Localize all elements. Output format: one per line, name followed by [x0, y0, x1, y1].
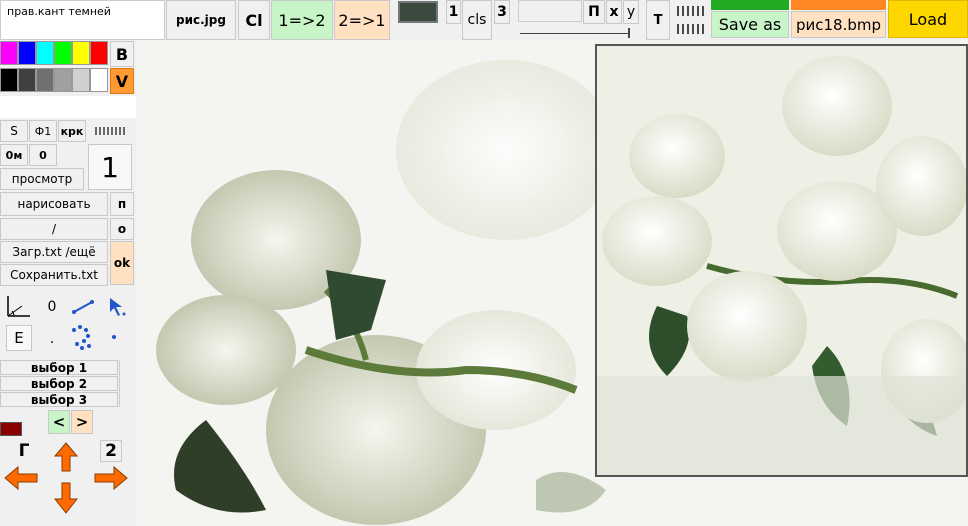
- clear-button[interactable]: Cl: [238, 0, 270, 40]
- slot-1-button[interactable]: 1: [446, 0, 461, 24]
- copy-1-to-2-button[interactable]: 1=>2: [271, 0, 333, 40]
- filename-bar: [791, 0, 886, 10]
- b-button[interactable]: B: [110, 41, 134, 67]
- scrollbar-horizontal[interactable]: [520, 28, 630, 38]
- choice-2-button[interactable]: выбор 2: [0, 376, 118, 391]
- p-small-button[interactable]: п: [110, 192, 134, 216]
- v-button[interactable]: V: [110, 68, 134, 94]
- load-txt-button[interactable]: Загр.txt /ещё: [0, 241, 108, 263]
- choice-3-button[interactable]: выбор 3: [0, 392, 118, 407]
- palette-swatch-blue[interactable]: [18, 41, 36, 65]
- arrow-right-icon[interactable]: [94, 466, 128, 490]
- x-button[interactable]: x: [606, 0, 622, 24]
- copy-2-to-1-button[interactable]: 2=>1: [334, 0, 390, 40]
- big-number-display: 1: [88, 144, 132, 190]
- s-button[interactable]: S: [0, 120, 28, 142]
- bars-icon[interactable]: [676, 4, 706, 36]
- load-button[interactable]: Load: [888, 0, 968, 38]
- arrow-down-icon[interactable]: [54, 482, 78, 514]
- o-button[interactable]: о: [110, 218, 134, 240]
- bars-small-icon[interactable]: [92, 126, 128, 136]
- two-button[interactable]: 2: [100, 440, 122, 462]
- point-icon[interactable]: [106, 330, 122, 344]
- selected-color-swatch[interactable]: [0, 422, 22, 436]
- cls-button[interactable]: cls: [462, 0, 492, 40]
- p-button[interactable]: П: [583, 0, 605, 24]
- axis-icon[interactable]: [4, 294, 32, 320]
- om-button[interactable]: 0м: [0, 144, 28, 166]
- arrow-left-icon[interactable]: [4, 466, 38, 490]
- file-jpg-button[interactable]: рис.jpg: [166, 0, 236, 40]
- palette-swatch-black[interactable]: [0, 68, 18, 92]
- slash-button[interactable]: /: [0, 218, 108, 240]
- choice-side-column: [119, 360, 136, 407]
- status-text-field[interactable]: прав.кант темней: [0, 0, 165, 40]
- zero-label: 0: [47, 299, 57, 315]
- zero-button[interactable]: 0: [29, 144, 57, 166]
- slider-track[interactable]: [518, 0, 582, 22]
- dot-label: .: [49, 331, 55, 347]
- t-button[interactable]: T: [646, 0, 670, 40]
- slot-3-button[interactable]: 3: [494, 0, 510, 24]
- g-label: Г: [18, 441, 30, 461]
- palette-swatch-gray[interactable]: [36, 68, 54, 92]
- line-tool-icon[interactable]: [70, 296, 96, 318]
- palette-swatch-white[interactable]: [90, 68, 108, 92]
- arrow-up-icon[interactable]: [54, 442, 78, 472]
- draw-button[interactable]: нарисовать: [0, 192, 108, 216]
- save-as-progress-bar: [711, 0, 789, 10]
- palette-swatch-yellow[interactable]: [72, 41, 90, 65]
- palette-swatch-red[interactable]: [90, 41, 108, 65]
- save-filename-field[interactable]: рис18.bmp: [791, 11, 886, 38]
- palette-swatch-cyan[interactable]: [36, 41, 54, 65]
- next-button[interactable]: >: [71, 410, 93, 434]
- status-text: прав.кант темней: [7, 5, 111, 18]
- current-color-box[interactable]: [398, 1, 438, 23]
- palette-swatch-magenta[interactable]: [0, 41, 18, 65]
- prev-button[interactable]: <: [48, 410, 70, 434]
- save-as-button[interactable]: Save as: [711, 11, 789, 38]
- palette-spacer: [0, 96, 136, 118]
- cursor-icon[interactable]: [104, 296, 130, 318]
- palette-swatch-green[interactable]: [54, 41, 72, 65]
- palette-swatch-lightgray[interactable]: [72, 68, 90, 92]
- y-button[interactable]: y: [623, 0, 639, 24]
- f1-button[interactable]: Ф1: [29, 120, 57, 142]
- palette-swatch-darkgray[interactable]: [18, 68, 36, 92]
- preview-button[interactable]: просмотр: [0, 168, 84, 190]
- second-image-panel[interactable]: [595, 44, 968, 477]
- choice-1-button[interactable]: выбор 1: [0, 360, 118, 375]
- curve-tool-icon[interactable]: [68, 322, 96, 352]
- save-txt-button[interactable]: Сохранить.txt: [0, 264, 108, 286]
- ok-button[interactable]: ok: [110, 241, 134, 285]
- e-button[interactable]: E: [6, 325, 32, 351]
- krk-button[interactable]: крк: [58, 120, 86, 142]
- palette-swatch-midgray[interactable]: [54, 68, 72, 92]
